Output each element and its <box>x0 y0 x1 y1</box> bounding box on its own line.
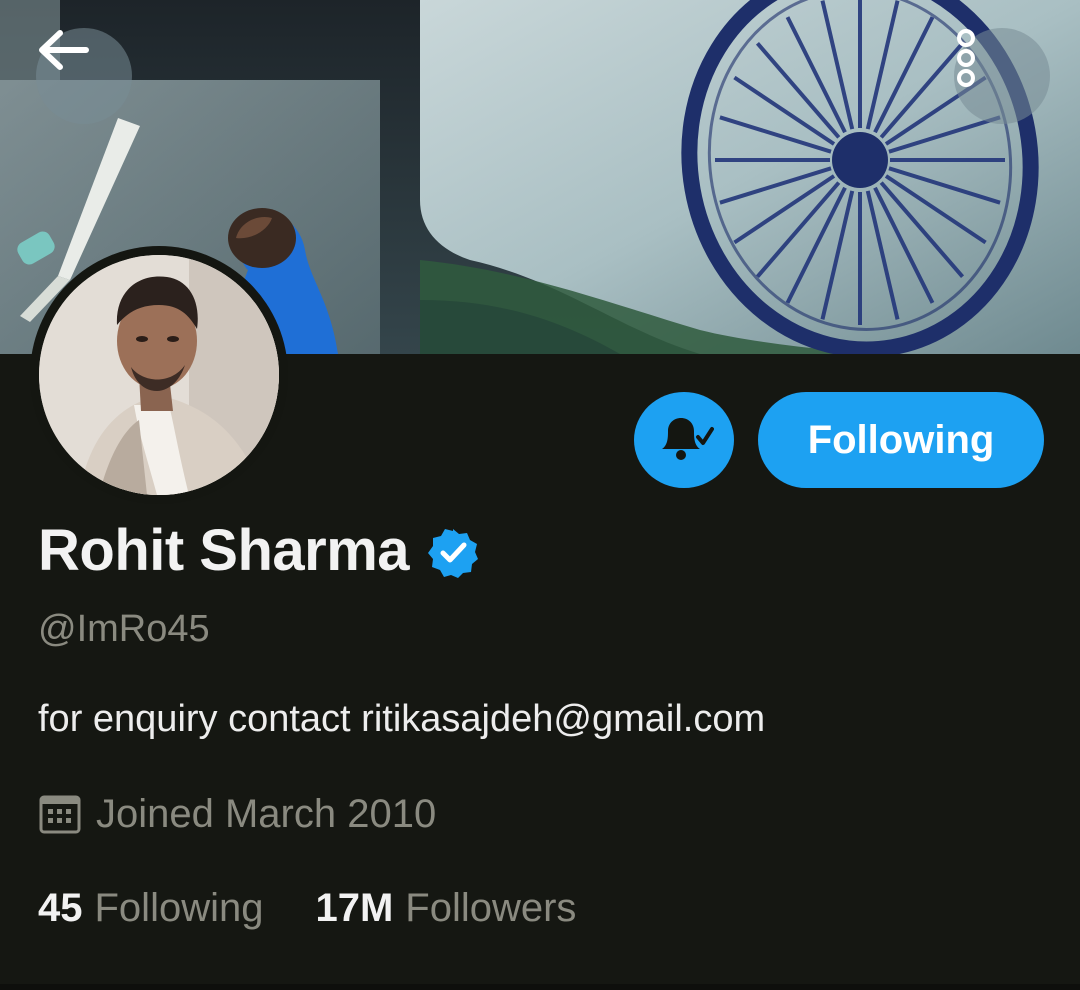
followers-count-link[interactable]: 17M Followers <box>315 884 576 932</box>
joined-date: Joined March 2010 <box>96 792 437 836</box>
display-name-row: Rohit Sharma <box>38 516 479 586</box>
joined-date-row: Joined March 2010 <box>38 790 436 838</box>
more-options-button[interactable] <box>954 28 1050 124</box>
avatar-photo <box>39 255 279 495</box>
profile-bio: for enquiry contact ritikasajdeh@gmail.c… <box>38 698 766 740</box>
notifications-button[interactable] <box>634 392 734 488</box>
following-count: 45 <box>38 886 83 930</box>
user-handle: @ImRo45 <box>38 608 210 650</box>
avatar[interactable] <box>30 246 288 504</box>
following-button[interactable]: Following <box>758 392 1044 488</box>
calendar-icon <box>39 795 81 834</box>
arrow-left-icon <box>39 30 89 70</box>
followers-count: 17M <box>315 886 394 930</box>
bell-check-icon <box>662 418 714 460</box>
following-label: Following <box>94 886 264 930</box>
followers-label: Followers <box>405 886 577 930</box>
following-count-link[interactable]: 45 Following <box>38 884 263 932</box>
divider <box>0 984 1080 990</box>
back-button[interactable] <box>36 28 132 124</box>
profile-page: Following Rohit Sharma @ImRo45 for enqui… <box>0 0 1080 990</box>
follow-stats: 45 Following 17M Followers <box>38 884 576 932</box>
display-name: Rohit Sharma <box>38 518 410 583</box>
more-vertical-icon <box>957 29 975 87</box>
verified-badge-icon <box>428 529 479 578</box>
